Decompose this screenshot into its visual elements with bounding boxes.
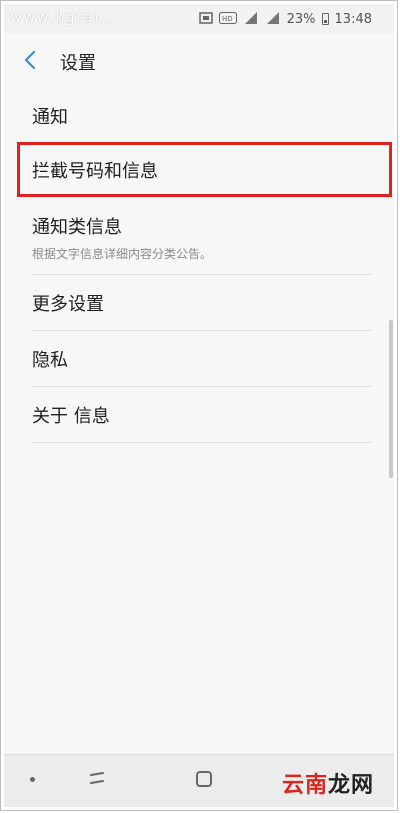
- navigation-bar: 云南龙网: [4, 754, 394, 807]
- item-title: 拦截号码和信息: [32, 161, 158, 182]
- signal-4g-icon: [265, 11, 281, 27]
- watermark-dark: 龙网: [327, 773, 374, 798]
- chevron-left-icon: [23, 50, 37, 74]
- status-time: 13:48: [334, 11, 372, 27]
- home-icon[interactable]: [194, 769, 214, 793]
- status-watermark: www.kgtai...: [10, 10, 120, 26]
- app-header: 设置: [4, 34, 394, 90]
- divider: [32, 442, 372, 443]
- item-title: 通知: [32, 106, 68, 128]
- site-watermark: 云南龙网: [282, 767, 374, 799]
- recent-apps-icon[interactable]: [86, 769, 108, 793]
- settings-item-more-settings[interactable]: 更多设置: [4, 275, 394, 331]
- settings-item-notifications[interactable]: 通知: [4, 90, 394, 141]
- status-bar: www.kgtai... HD 23% 13:48: [4, 4, 394, 34]
- signal-4g-icon: [243, 11, 259, 27]
- menu-dot-icon: [30, 777, 35, 782]
- back-button[interactable]: [4, 34, 56, 90]
- settings-item-block-numbers[interactable]: 拦截号码和信息: [4, 141, 394, 199]
- page-title: 设置: [60, 53, 96, 74]
- battery-icon: [321, 13, 329, 25]
- item-title: 更多设置: [32, 294, 104, 315]
- item-title: 隐私: [32, 350, 68, 371]
- item-title: 关于 信息: [32, 406, 110, 427]
- svg-text:HD: HD: [222, 15, 233, 23]
- sim-icon: [198, 11, 213, 27]
- watermark-red: 云南: [281, 773, 328, 798]
- item-title: 通知类信息: [32, 216, 122, 238]
- settings-item-privacy[interactable]: 隐私: [4, 331, 394, 387]
- hd-icon: HD: [218, 11, 237, 27]
- settings-item-notification-messages[interactable]: 通知类信息 根据文字信息详细内容分类公告。: [4, 199, 394, 275]
- screen: www.kgtai... HD 23% 13:48 设置 通知 拦截号码和信息 …: [4, 4, 394, 807]
- settings-list: 通知 拦截号码和信息 通知类信息 根据文字信息详细内容分类公告。 更多设置 隐私…: [4, 90, 394, 443]
- device-frame: www.kgtai... HD 23% 13:48 设置 通知 拦截号码和信息 …: [0, 0, 398, 811]
- item-subtitle: 根据文字信息详细内容分类公告。: [32, 246, 213, 261]
- battery-percent: 23%: [286, 11, 316, 27]
- settings-item-about[interactable]: 关于 信息: [4, 387, 394, 443]
- scrollbar[interactable]: [389, 320, 393, 478]
